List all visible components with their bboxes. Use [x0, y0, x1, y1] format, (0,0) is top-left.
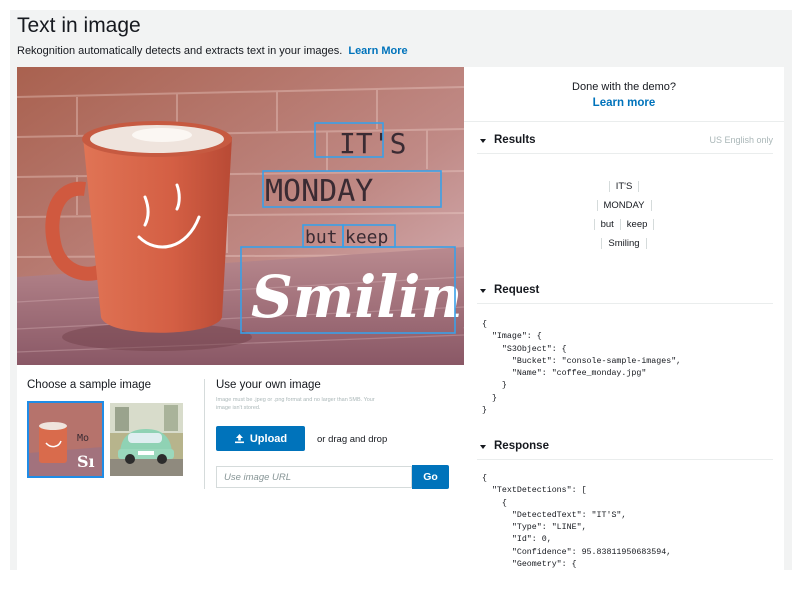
results-language-note: US English only: [709, 135, 773, 145]
analyzed-image: IT'S MONDAY but keep Smiling: [17, 67, 464, 365]
own-image-title: Use your own image: [216, 379, 321, 391]
caret-down-icon: [480, 139, 486, 143]
coffee-photo: IT'S MONDAY but keep Smiling: [17, 67, 464, 365]
image-controls: Choose a sample image Mo Sı Use your own…: [17, 365, 464, 570]
drag-drop-text: or drag and drop: [317, 434, 388, 445]
learn-more-link[interactable]: Learn More: [348, 45, 407, 57]
sample-image-car[interactable]: [110, 403, 183, 476]
request-json: { "Image": { "S3Object": { "Bucket": "co…: [482, 320, 682, 416]
request-title: Request: [494, 284, 540, 296]
page-title: Text in image: [17, 14, 141, 37]
overlay-keep: keep: [345, 227, 388, 248]
caret-down-icon: [480, 445, 486, 449]
response-section-toggle[interactable]: Response: [477, 440, 773, 460]
result-word: Smiling: [601, 238, 647, 249]
sample-images-title: Choose a sample image: [27, 379, 152, 391]
subtitle-text: Rekognition automatically detects and ex…: [17, 45, 343, 57]
svg-text:Sı: Sı: [77, 452, 95, 471]
result-word: MONDAY: [596, 200, 652, 211]
controls-divider: [204, 379, 205, 489]
result-line: IT'S: [464, 177, 784, 196]
svg-text:Mo: Mo: [77, 433, 89, 444]
result-word: but: [593, 219, 620, 230]
image-url-input[interactable]: [216, 466, 412, 488]
go-button[interactable]: Go: [412, 465, 449, 489]
sample-image-coffee[interactable]: Mo Sı: [27, 401, 104, 478]
request-section-toggle[interactable]: Request: [477, 284, 773, 304]
overlay-its: IT'S: [339, 127, 406, 160]
upload-icon: [234, 434, 244, 444]
page-subtitle: Rekognition automatically detects and ex…: [17, 45, 408, 57]
demo-question: Done with the demo?: [572, 81, 676, 93]
results-title: Results: [494, 134, 536, 146]
response-title: Response: [494, 440, 549, 452]
own-image-hint: Image must be .jpeg or .png format and n…: [216, 397, 375, 411]
results-section-toggle[interactable]: Results US English only: [477, 134, 773, 154]
overlay-monday: MONDAY: [265, 174, 373, 209]
upload-button[interactable]: Upload: [216, 426, 305, 451]
response-json: { "TextDetections": [ { "DetectedText": …: [482, 474, 672, 570]
result-line: Smiling: [464, 234, 784, 253]
result-line: but keep: [464, 215, 784, 234]
results-list: IT'S MONDAY but keep Smiling: [464, 177, 784, 253]
caret-down-icon: [480, 289, 486, 293]
results-panel: Done with the demo? Learn more Results U…: [464, 67, 784, 570]
demo-callout: Done with the demo? Learn more: [464, 67, 784, 122]
demo-learn-more-link[interactable]: Learn more: [593, 97, 656, 109]
result-line: MONDAY: [464, 196, 784, 215]
upload-label: Upload: [249, 432, 288, 445]
overlay-smiling: Smiling: [251, 263, 464, 331]
image-panel: IT'S MONDAY but keep Smiling Choose a sa…: [17, 67, 464, 570]
result-word: keep: [619, 219, 655, 230]
overlay-but: but: [305, 227, 338, 248]
result-word: IT'S: [608, 181, 640, 192]
